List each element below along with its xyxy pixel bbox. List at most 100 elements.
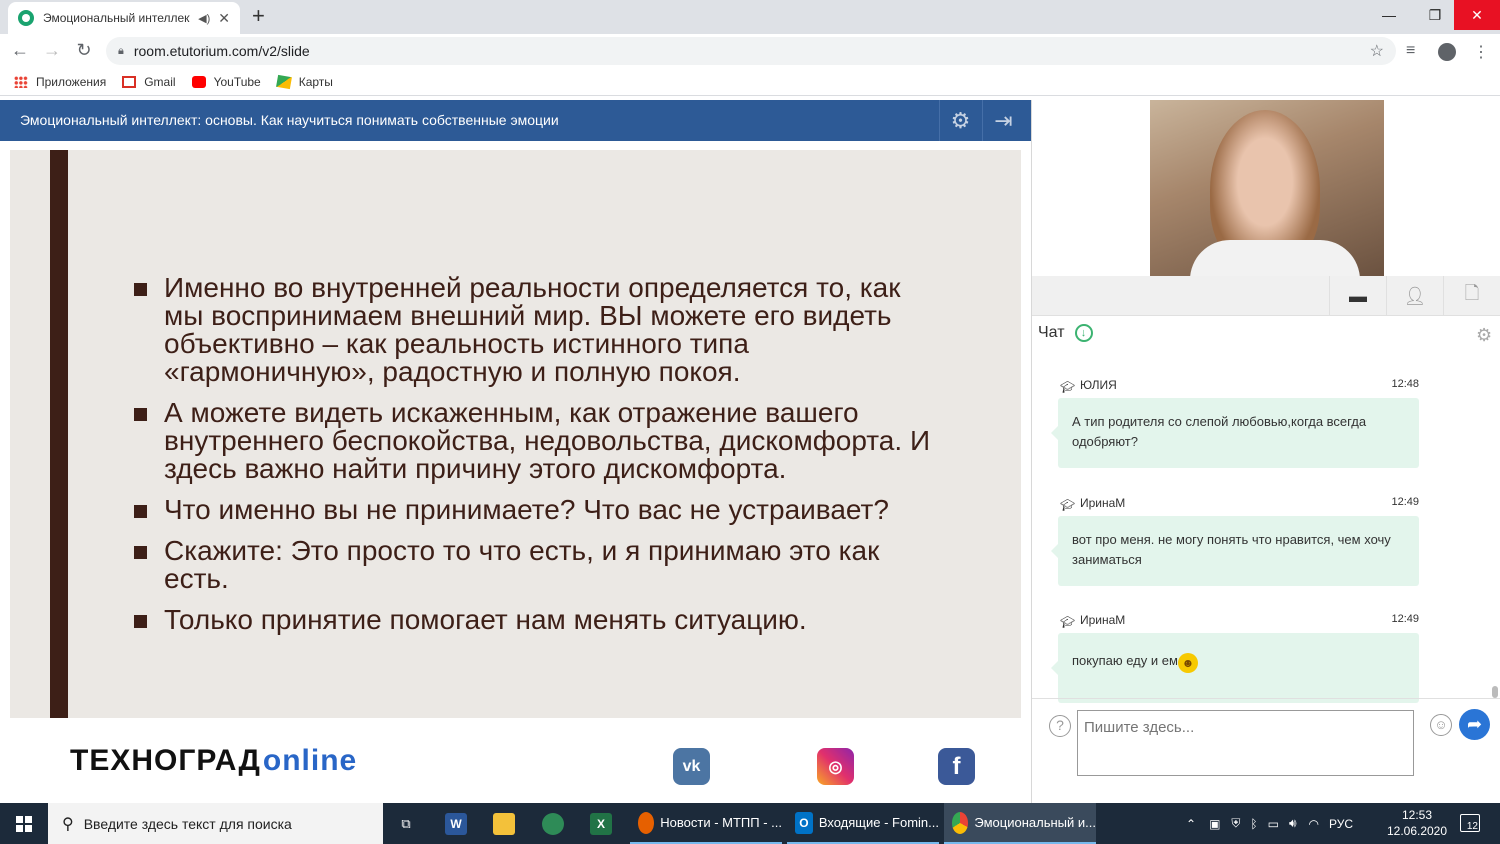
start-button[interactable] [0,803,48,844]
bluetooth-icon[interactable]: ᛒ [1250,817,1257,831]
audio-playing-icon[interactable]: ◀) [198,12,210,25]
chat-input[interactable] [1077,710,1414,776]
back-button[interactable]: ← [8,40,32,61]
wifi-icon[interactable]: ◠ [1309,817,1319,831]
emoji-picker-icon[interactable]: ☺ [1430,714,1452,736]
window-restore-button[interactable]: ❐ [1412,0,1458,30]
search-placeholder: Введите здесь текст для поиска [83,815,292,832]
slide-bullet: А можете видеть искаженным, как отражени… [134,399,934,483]
taskbar-clock[interactable]: 12:53 12.06.2020 [1382,807,1452,839]
browser-tab[interactable]: Эмоциональный интеллект ◀) ✕ [8,2,240,34]
outlook-icon: O [795,811,813,834]
slide-bullet: Что именно вы не принимаете? Что вас не … [134,496,934,524]
explorer-app[interactable] [486,803,522,844]
message-author: ИринаМ [1080,613,1126,627]
notification-center-icon[interactable]: 12 [1460,814,1480,832]
clock-time: 12:53 [1401,808,1433,822]
taskbar-search[interactable]: ⚲ Введите здесь текст для поиска [48,803,383,844]
graduation-cap-icon: 🎓︎ [1060,380,1076,394]
message-time: 12:49 [1391,496,1419,508]
help-icon[interactable]: ? [1049,715,1071,737]
volume-icon[interactable]: 🔊︎ [1289,816,1297,831]
excel-app[interactable]: X [583,803,619,844]
chat-message: 🎓︎ ИринаМ 12:49 вот про меня. не могу по… [1051,496,1419,586]
bookmark-maps[interactable]: Карты [275,74,333,89]
message-bubble: покупаю еду и ем ☻ [1051,633,1419,703]
app-header: Эмоциональный интеллект: основы. Как нау… [0,100,1031,141]
task-view-button[interactable]: ⧉ [388,803,424,844]
tab-chat-icon[interactable]: ▬ [1329,276,1386,316]
window-close-button[interactable]: ✕ [1454,0,1500,30]
word-icon: W [445,812,467,835]
send-message-button[interactable]: ➦ [1459,709,1490,740]
new-tab-button[interactable]: + [252,4,265,28]
outlook-tray-icon[interactable]: ▣ [1209,817,1220,831]
presentation-slide: Именно во внутренней реальности определя… [10,150,1021,718]
exit-room-icon[interactable]: ⇥ [982,100,1024,141]
chat-scrollbar[interactable] [1492,686,1498,698]
vk-icon[interactable]: vk [673,748,710,785]
message-time: 12:48 [1391,378,1419,390]
window-minimize-button[interactable]: — [1366,0,1412,30]
media-control-icon[interactable]: ≡ [1406,42,1415,60]
profile-avatar-icon[interactable] [1438,43,1456,61]
message-author: ИринаМ [1080,496,1126,510]
bookmark-star-icon[interactable]: ☆ [1370,41,1384,61]
site-favicon-icon [18,10,34,26]
tab-close-icon[interactable]: ✕ [218,10,230,27]
search-icon: ⚲ [62,815,74,833]
apps-grid-icon [14,75,28,88]
slide-bullet: Скажите: Это просто то что есть, и я при… [134,537,934,593]
slide-accent-bar [50,150,68,718]
facebook-icon[interactable]: f [938,748,975,785]
taskbar-chrome[interactable]: Эмоциональный и... [944,803,1096,844]
word-app[interactable]: W [438,803,474,844]
maps-app[interactable] [535,803,571,844]
browser-tabstrip: Эмоциональный интеллект ◀) ✕ + — ❐ ✕ [0,0,1500,34]
chat-settings-icon[interactable]: ⚙ [1476,325,1492,346]
settings-gear-icon[interactable]: ⚙ [939,100,981,141]
chat-title: Чат [1038,324,1065,341]
chat-composer: ? ☺ ➦ [1032,698,1500,803]
tab-participants-icon[interactable]: 👤︎ [1386,276,1443,316]
message-author: ЮЛИЯ [1080,378,1117,392]
bookmark-gmail[interactable]: Gmail [122,75,176,89]
language-indicator[interactable]: РУС [1329,817,1353,831]
bookmark-apps[interactable]: Приложения [14,75,106,89]
windows-logo-icon [16,815,32,832]
chat-header: Чат ↓ [1038,324,1093,342]
address-bar[interactable]: 🔒︎ room.etutorium.com/v2/slide ☆ [106,37,1396,65]
system-tray: ⌃ ▣ ⛨ ᛒ ▭ 🔊︎ ◠ РУС [1186,803,1353,844]
panel-tabs: ▬ 👤︎ 🗋 [1032,276,1500,316]
clock-date: 12.06.2020 [1386,824,1448,838]
browser-toolbar: ← → ↻ 🔒︎ room.etutorium.com/v2/slide ☆ ≡… [0,34,1500,68]
reload-button[interactable]: ↻ [72,40,96,61]
tab-files-icon[interactable]: 🗋 [1443,276,1500,316]
forward-button[interactable]: → [40,40,64,61]
lock-icon: 🔒︎ [118,44,124,57]
taskbar-firefox[interactable]: Новости - МТПП - ... [630,803,782,844]
folder-icon [493,812,515,835]
battery-icon[interactable]: ▭ [1268,817,1279,831]
maps-icon [275,74,292,89]
gmail-icon [122,75,137,88]
tray-expand-icon[interactable]: ⌃ [1186,817,1196,831]
windows-taskbar: ⚲ Введите здесь текст для поиска ⧉ W X Н… [0,803,1500,844]
defender-icon[interactable]: ⛨ [1231,816,1240,831]
instagram-icon[interactable]: ◎ [817,748,854,785]
globe-icon [542,812,564,835]
chat-message: 🎓︎ ЮЛИЯ 12:48 А тип родителя со слепой л… [1051,378,1419,468]
slide-area: Именно во внутренней реальности определя… [0,141,1031,803]
slide-bullet: Именно во внутренней реальности определя… [134,274,934,386]
youtube-icon [191,75,206,88]
download-chat-icon[interactable]: ↓ [1074,324,1093,342]
chat-message: 🎓︎ ИринаМ 12:49 покупаю еду и ем ☻ [1051,613,1419,703]
graduation-cap-icon: 🎓︎ [1060,498,1076,512]
technograd-logo: ТЕХНОГРАДonline [70,744,358,777]
url-text: room.etutorium.com/v2/slide [133,43,310,59]
taskbar-outlook[interactable]: O Входящие - Fomin... [787,803,939,844]
slide-bullet: Только принятие помогает нам менять ситу… [134,606,934,634]
bookmark-youtube[interactable]: YouTube [191,75,261,89]
browser-menu-icon[interactable]: ⋮ [1473,42,1489,62]
presenter-video [1150,100,1384,276]
